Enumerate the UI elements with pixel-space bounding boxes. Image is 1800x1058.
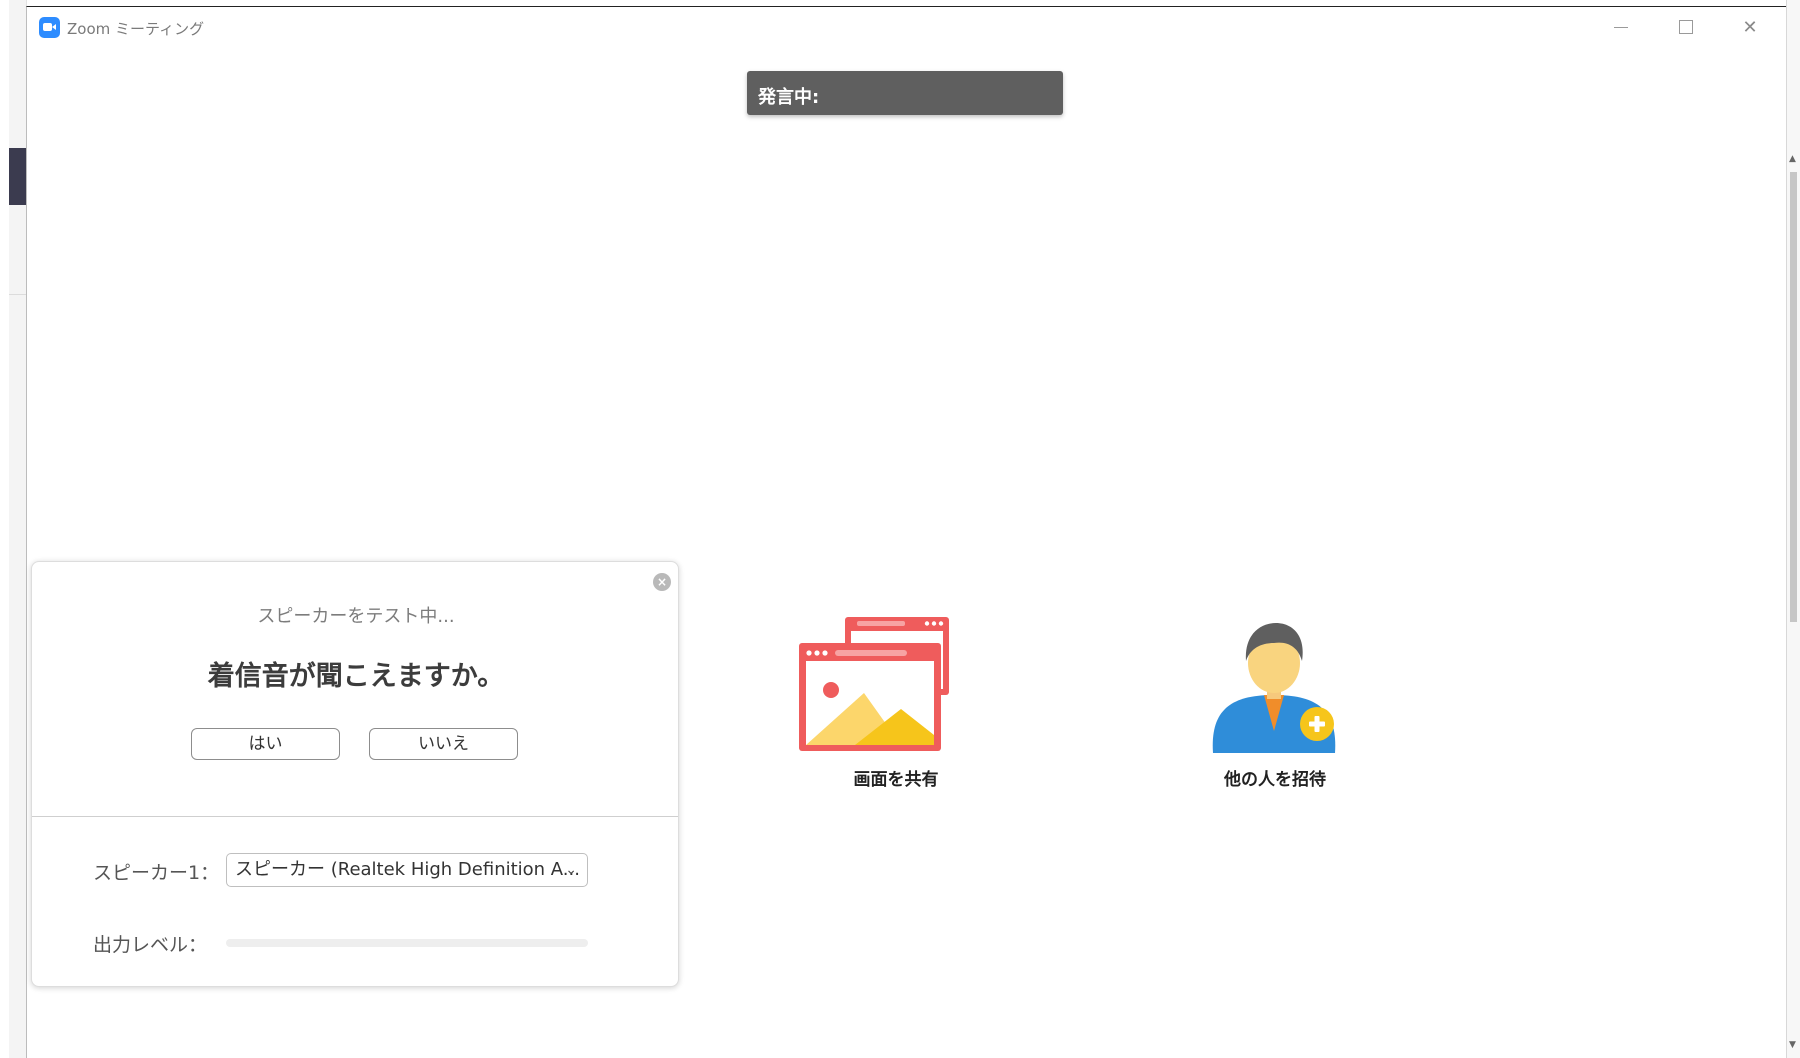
minimize-icon bbox=[1614, 26, 1628, 28]
maximize-icon bbox=[1679, 20, 1693, 34]
scroll-up-icon[interactable]: ▲ bbox=[1789, 154, 1796, 164]
background-divider bbox=[9, 294, 26, 295]
speaker-test-dialog: × スピーカーをテスト中... 着信音が聞こえますか。 はい いいえ スピーカー… bbox=[31, 561, 679, 987]
window-title: Zoom ミーティング bbox=[67, 20, 205, 38]
zoom-meeting-window: Zoom ミーティング ✕ 発言中: × スピーカーをテスト中... 着信音が聞… bbox=[26, 6, 1786, 1058]
speaking-indicator: 発言中: bbox=[747, 71, 1063, 115]
share-screen-button[interactable]: 画面を共有 bbox=[791, 613, 1001, 793]
output-level-meter bbox=[226, 939, 588, 947]
share-screen-icon bbox=[799, 617, 949, 751]
yes-button[interactable]: はい bbox=[191, 728, 340, 760]
zoom-camera-icon bbox=[39, 17, 60, 38]
minimize-button[interactable] bbox=[1601, 13, 1641, 41]
scroll-thumb[interactable] bbox=[1790, 172, 1797, 622]
maximize-button[interactable] bbox=[1666, 13, 1706, 41]
invite-others-button[interactable]: 他の人を招待 bbox=[1170, 613, 1380, 793]
close-circle-icon[interactable]: × bbox=[653, 573, 671, 591]
no-button[interactable]: いいえ bbox=[369, 728, 518, 760]
background-dark-tab bbox=[9, 148, 26, 205]
close-window-button[interactable]: ✕ bbox=[1730, 13, 1770, 41]
vertical-scrollbar[interactable]: ▲ ▼ bbox=[1786, 0, 1800, 1058]
speaker-label: スピーカー1： bbox=[93, 862, 220, 884]
invite-others-label: 他の人を招待 bbox=[1224, 770, 1326, 790]
output-level-label: 出力レベル： bbox=[93, 934, 208, 956]
share-screen-label: 画面を共有 bbox=[853, 770, 939, 790]
speaker-test-status: スピーカーをテスト中... bbox=[257, 606, 455, 627]
speaker-select[interactable]: スピーカー (Realtek High Definition A... ⌄ bbox=[226, 853, 588, 887]
close-icon: ✕ bbox=[1742, 16, 1758, 38]
scroll-down-icon[interactable]: ▼ bbox=[1789, 1040, 1796, 1050]
invite-person-icon bbox=[1212, 623, 1336, 753]
title-bar: Zoom ミーティング ✕ bbox=[27, 7, 1786, 47]
background-window-edge bbox=[9, 0, 27, 1058]
chevron-down-icon: ⌄ bbox=[565, 862, 577, 878]
ringtone-question: 着信音が聞こえますか。 bbox=[207, 661, 505, 692]
speaker-select-value: スピーカー (Realtek High Definition A... bbox=[235, 859, 580, 880]
dialog-divider bbox=[32, 816, 678, 817]
